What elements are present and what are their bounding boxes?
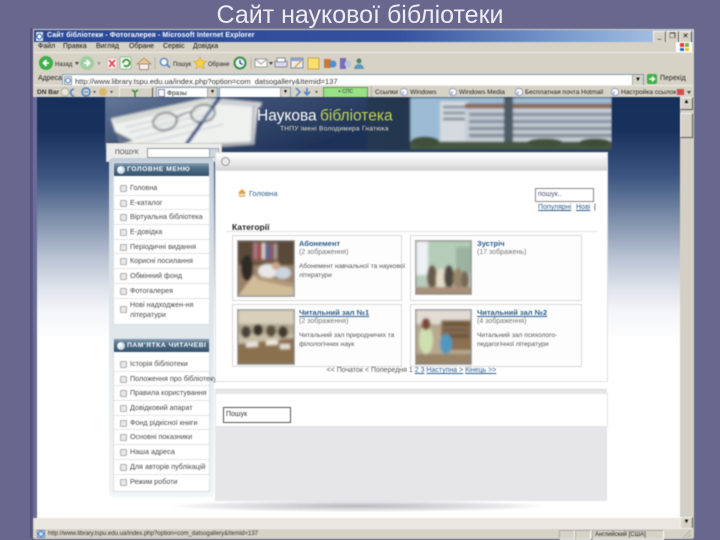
- svg-text:e: e: [402, 90, 405, 96]
- svg-text:e: e: [517, 90, 520, 96]
- svg-text:ТНПУ імені Володимира Гнатюка: ТНПУ імені Володимира Гнатюка: [280, 125, 389, 133]
- svg-text:Назад: Назад: [55, 62, 73, 68]
- svg-text:Пошук: Пошук: [173, 62, 191, 68]
- svg-text:Обране: Обране: [208, 62, 230, 68]
- svg-text:Наукова: Наукова: [257, 108, 317, 125]
- svg-text:бібліотека: бібліотека: [320, 108, 393, 125]
- svg-text:e: e: [451, 90, 454, 96]
- svg-text:e: e: [613, 90, 616, 96]
